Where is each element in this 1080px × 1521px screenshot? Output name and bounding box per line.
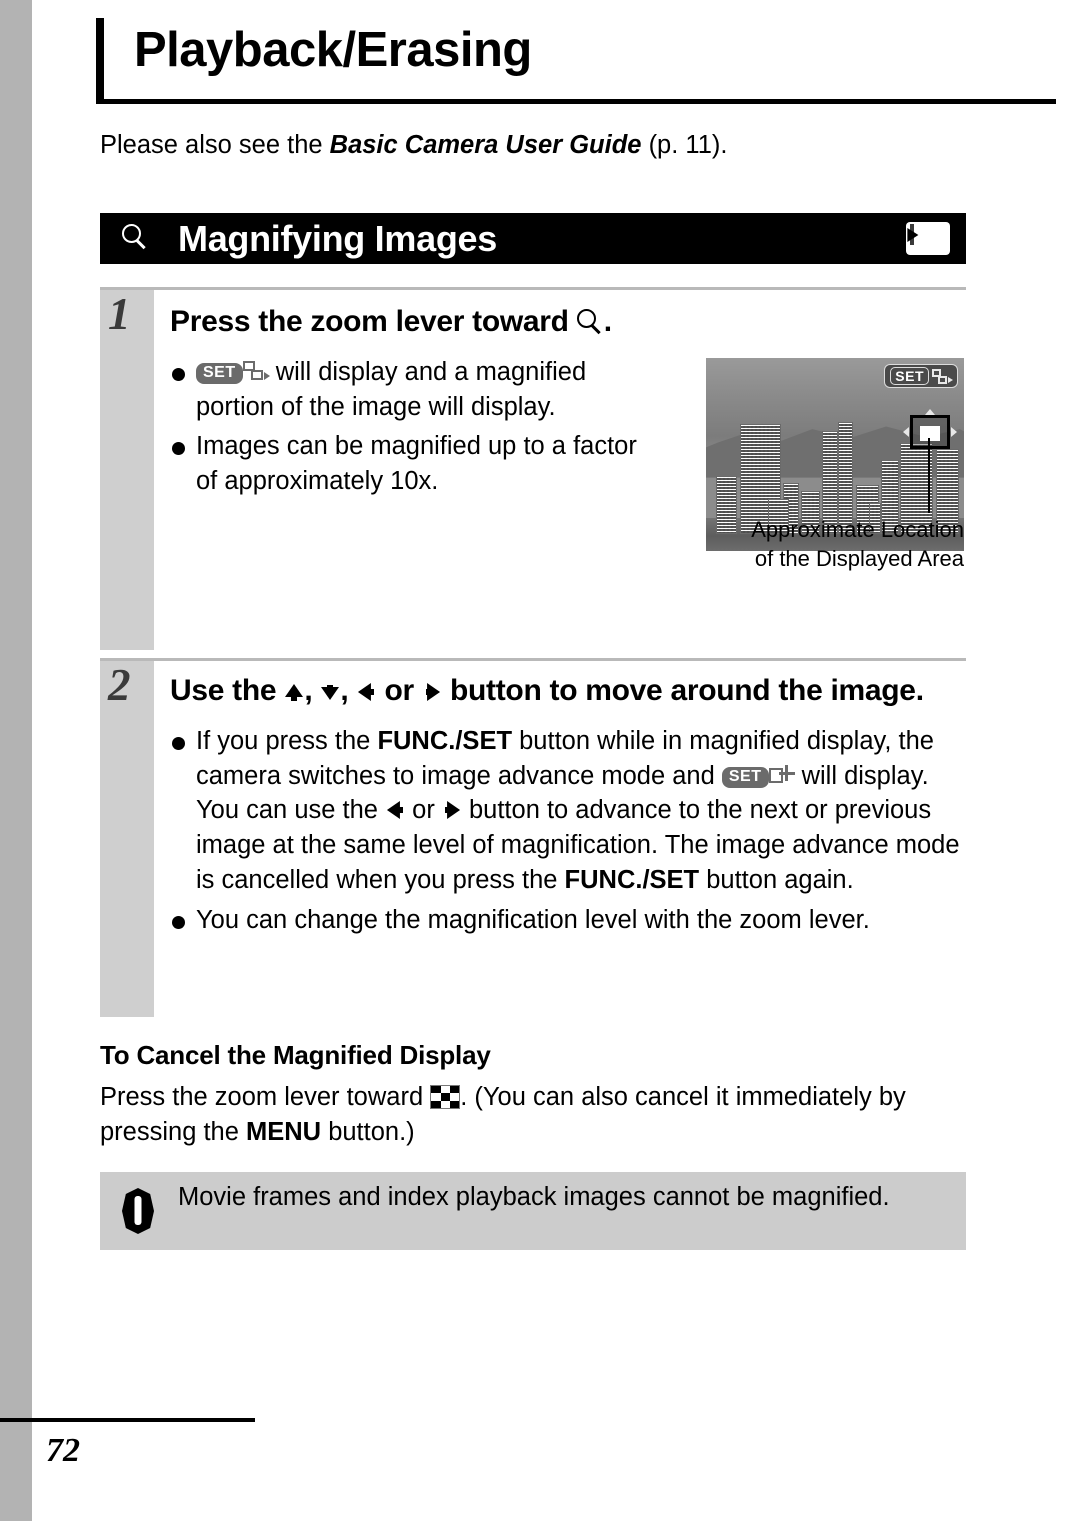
step-2-b1-text-6: button again. bbox=[699, 866, 854, 895]
magnifier-icon bbox=[122, 224, 149, 251]
manual-page: Playback/Erasing Please also see the Bas… bbox=[0, 0, 1080, 1521]
step-1: 1 Press the zoom lever toward . SET will… bbox=[100, 287, 966, 650]
indicator-up-arrow-icon bbox=[925, 409, 935, 415]
index-playback-icon bbox=[430, 1085, 461, 1109]
magnifier-icon bbox=[576, 309, 604, 336]
step-2-bullet-2-text: You can change the magnification level w… bbox=[196, 906, 870, 935]
step-1-bullet-2-text: Images can be magnified up to a factor o… bbox=[196, 432, 637, 496]
left-arrow-icon bbox=[385, 799, 405, 821]
warning-exclamation-icon bbox=[122, 1188, 154, 1234]
right-arrow-icon bbox=[422, 681, 442, 703]
left-arrow-icon bbox=[356, 681, 376, 703]
intro-book-title: Basic Camera User Guide bbox=[329, 131, 642, 159]
step-2-heading-text-1: Use the bbox=[170, 674, 285, 707]
cancel-text-end: button.) bbox=[321, 1118, 415, 1147]
page-number: 72 bbox=[46, 1432, 80, 1469]
intro-reference-line: Please also see the Basic Camera User Gu… bbox=[100, 131, 727, 160]
down-arrow-icon bbox=[320, 681, 340, 703]
figure-caption: Approximate Location of the Displayed Ar… bbox=[694, 515, 964, 574]
cancel-section-heading: To Cancel the Magnified Display bbox=[100, 1040, 491, 1070]
step-2-heading-text-3: , bbox=[340, 674, 357, 707]
step-2-number-column: 2 bbox=[100, 661, 154, 1017]
playback-mode-icon bbox=[906, 222, 950, 255]
figure-caption-line-1: Approximate Location bbox=[751, 517, 964, 542]
step-2-heading: Use the , , or button to move around the… bbox=[170, 661, 966, 710]
cancel-section-body: Press the zoom lever toward . (You can a… bbox=[100, 1080, 980, 1150]
section-banner: Magnifying Images bbox=[100, 213, 966, 264]
page-title: Playback/Erasing bbox=[134, 23, 532, 77]
set-badge-icon: SET bbox=[890, 367, 929, 385]
step-2-heading-text-4: or bbox=[376, 674, 422, 707]
intro-suffix: (p. 11). bbox=[641, 131, 728, 159]
step-2-heading-text-2: , bbox=[304, 674, 321, 707]
step-2-b1-text-4: or bbox=[405, 796, 442, 825]
menu-button-label: MENU bbox=[246, 1118, 322, 1147]
step-2-b1-text-1: If you press the bbox=[196, 726, 378, 755]
chapter-title-frame: Playback/Erasing bbox=[96, 18, 1056, 104]
step-1-bullet-1: SET will display and a magnified portion… bbox=[170, 355, 666, 425]
footer-rule bbox=[0, 1418, 255, 1422]
indicator-left-arrow-icon bbox=[903, 427, 909, 437]
step-2-body: Use the , , or button to move around the… bbox=[170, 661, 966, 938]
step-1-heading: Press the zoom lever toward . bbox=[170, 290, 966, 341]
pan-move-icon bbox=[768, 764, 795, 786]
func-set-label: FUNC./SET bbox=[564, 866, 700, 895]
section-title: Magnifying Images bbox=[178, 218, 497, 259]
step-2-bullet-1: If you press the FUNC./SET button while … bbox=[170, 724, 966, 899]
cancel-magnified-display-section: To Cancel the Magnified Display Press th… bbox=[100, 1040, 980, 1150]
warning-note-text: Movie frames and index playback images c… bbox=[178, 1183, 890, 1211]
step-2: 2 Use the , , or button to move around t… bbox=[100, 658, 966, 1017]
displayed-area-indicator bbox=[903, 409, 957, 449]
step-2-heading-text-5: button to move around the image. bbox=[441, 674, 924, 707]
set-badge-icon: SET bbox=[196, 362, 243, 385]
caption-leader-line bbox=[928, 438, 930, 513]
step-2-bullet-2: You can change the magnification level w… bbox=[170, 903, 966, 938]
cancel-text-before-icon: Press the zoom lever toward bbox=[100, 1083, 431, 1111]
step-1-bullet-2: Images can be magnified up to a factor o… bbox=[170, 429, 646, 499]
step-1-heading-text: Press the zoom lever toward bbox=[170, 305, 577, 338]
up-arrow-icon bbox=[284, 681, 304, 703]
image-advance-swap-icon bbox=[242, 360, 270, 382]
figure-caption-line-2: of the Displayed Area bbox=[754, 546, 964, 572]
indicator-right-arrow-icon bbox=[951, 427, 957, 437]
step-1-number: 1 bbox=[108, 289, 131, 339]
image-advance-swap-icon bbox=[932, 368, 953, 385]
photo-set-overlay-badge: SET bbox=[884, 364, 958, 388]
intro-prefix: Please also see the bbox=[100, 131, 330, 159]
set-badge-icon: SET bbox=[721, 766, 769, 789]
right-arrow-icon bbox=[442, 799, 462, 821]
step-1-number-column: 1 bbox=[100, 290, 154, 650]
step-1-heading-suffix: . bbox=[603, 305, 612, 338]
step-2-number: 2 bbox=[108, 660, 131, 710]
warning-note-box: Movie frames and index playback images c… bbox=[100, 1172, 966, 1250]
func-set-label: FUNC./SET bbox=[377, 726, 513, 755]
